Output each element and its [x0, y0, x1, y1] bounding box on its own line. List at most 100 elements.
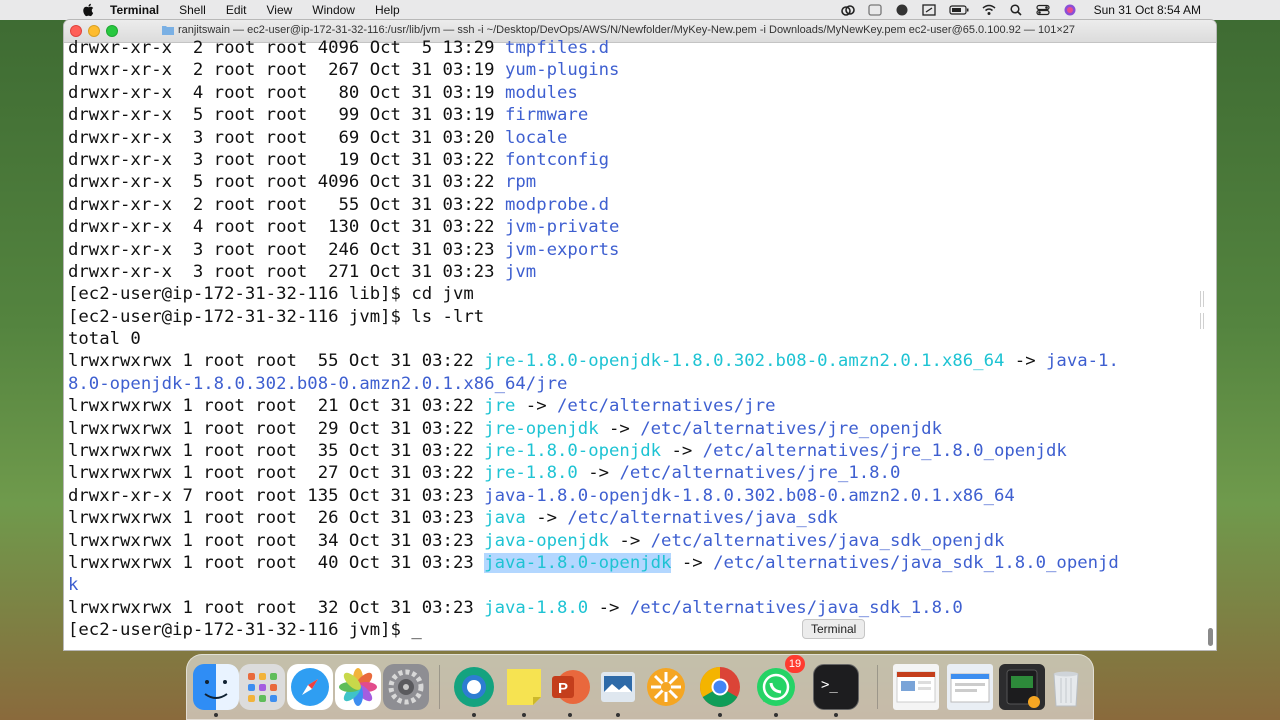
webex-icon[interactable]	[451, 664, 497, 710]
running-indicator	[774, 713, 778, 717]
menu-help[interactable]: Help	[375, 3, 400, 17]
svg-text:>_: >_	[821, 677, 838, 693]
filename-text: locale	[504, 127, 568, 148]
filename-text: jvm	[504, 261, 537, 282]
menubar-clock[interactable]: Sun 31 Oct 8:54 AM	[1094, 3, 1201, 17]
control-center-icon[interactable]	[1035, 4, 1050, 16]
terminal-text: lrwxrwxrwx 1 root root 21 Oct 31 03:22	[68, 396, 485, 417]
terminal-text: ->	[588, 597, 630, 618]
terminal-line: drwxr-xr-x 3 root root 246 Oct 31 03:23 …	[68, 239, 1208, 261]
terminal-text: drwxr-xr-x 7 root root 135 Oct 31 03:23	[68, 485, 485, 506]
terminal-line: drwxr-xr-x 7 root root 135 Oct 31 03:23 …	[68, 485, 1208, 507]
terminal-text: [ec2-user@ip-172-31-32-116 jvm]$ _	[68, 620, 422, 641]
battery-icon[interactable]	[948, 4, 969, 16]
filename-text: java-1.8.0-openjdk-1.8.0.302.b08-0.amzn2…	[484, 485, 1015, 506]
creative-cloud-icon[interactable]	[840, 4, 855, 16]
photos-icon[interactable]	[335, 664, 381, 710]
folder-icon	[162, 26, 174, 35]
terminal-text: drwxr-xr-x 2 root root 55 Oct 31 03:22	[68, 194, 505, 215]
terminal-text: ->	[598, 418, 641, 439]
wifi-icon[interactable]	[982, 4, 996, 16]
trash-icon[interactable]	[1043, 664, 1089, 710]
filename-text: jre	[484, 396, 516, 417]
apple-menu-icon[interactable]	[82, 3, 96, 17]
filename-text: /etc/alternatives/jre_1.8.0_openjdk	[702, 441, 1067, 462]
dock: P 19 >_	[186, 654, 1094, 720]
activity-monitor-icon[interactable]	[999, 664, 1045, 710]
launchpad-icon[interactable]	[239, 664, 285, 710]
system-preferences-icon[interactable]	[383, 664, 429, 710]
squash-icon[interactable]	[643, 664, 689, 710]
terminal-text: ->	[1004, 351, 1047, 372]
terminal-text: ->	[671, 552, 714, 573]
chrome-icon[interactable]	[697, 664, 743, 710]
terminal-output[interactable]: drwxr-xr-x 2 root root 4096 Oct 5 13:29 …	[68, 37, 1208, 647]
terminal-text: lrwxrwxrwx 1 root root 40 Oct 31 03:23	[68, 552, 485, 573]
terminal-line: lrwxrwxrwx 1 root root 29 Oct 31 03:22 j…	[68, 418, 1208, 440]
filename-text: java	[484, 508, 526, 529]
terminal-line: drwxr-xr-x 2 root root 4096 Oct 5 13:29 …	[68, 37, 1208, 59]
dock-separator	[439, 665, 440, 709]
terminal-text: lrwxrwxrwx 1 root root 35 Oct 31 03:22	[68, 441, 485, 462]
selected-text: java-1.8.0-openjdk	[484, 552, 672, 573]
terminal-line: [ec2-user@ip-172-31-32-116 lib]$ cd jvm	[68, 283, 1208, 305]
menu-edit[interactable]: Edit	[226, 3, 247, 17]
filename-text: java-1.8.0	[484, 597, 589, 618]
terminal-line: drwxr-xr-x 5 root root 99 Oct 31 03:19 f…	[68, 104, 1208, 126]
minimize-window-button[interactable]	[88, 25, 100, 37]
filename-text: /etc/alternatives/java_sdk_openjdk	[650, 530, 1005, 551]
terminal-line: drwxr-xr-x 3 root root 19 Oct 31 03:22 f…	[68, 149, 1208, 171]
recent-window-icon[interactable]	[947, 664, 993, 710]
terminal-line: drwxr-xr-x 2 root root 267 Oct 31 03:19 …	[68, 59, 1208, 81]
siri-icon[interactable]	[1063, 4, 1077, 16]
terminal-line: lrwxrwxrwx 1 root root 27 Oct 31 03:22 j…	[68, 462, 1208, 484]
safari-icon[interactable]	[287, 664, 333, 710]
terminal-text: drwxr-xr-x 5 root root 99 Oct 31 03:19	[68, 105, 505, 126]
terminal-line: drwxr-xr-x 3 root root 271 Oct 31 03:23 …	[68, 261, 1208, 283]
terminal-text: drwxr-xr-x 4 root root 80 Oct 31 03:19	[68, 82, 505, 103]
filename-text: rpm	[504, 172, 537, 193]
stickies-icon[interactable]	[501, 664, 547, 710]
running-indicator	[568, 713, 572, 717]
terminal-text: ->	[577, 463, 620, 484]
terminal-line: lrwxrwxrwx 1 root root 26 Oct 31 03:23 j…	[68, 507, 1208, 529]
terminal-text: drwxr-xr-x 5 root root 4096 Oct 31 03:22	[68, 172, 505, 193]
terminal-text: [ec2-user@ip-172-31-32-116 lib]$ cd jvm	[68, 284, 474, 305]
menu-view[interactable]: View	[267, 3, 293, 17]
running-indicator	[718, 713, 722, 717]
terminal-icon[interactable]: >_	[813, 664, 859, 710]
finder-icon[interactable]	[193, 664, 239, 710]
window-title: ranjitswain — ec2-user@ip-172-31-32-116:…	[178, 24, 1075, 36]
running-indicator	[214, 713, 218, 717]
control-icon[interactable]	[867, 4, 882, 16]
terminal-line: [ec2-user@ip-172-31-32-116 jvm]$ ls -lrt	[68, 306, 1208, 328]
terminal-window[interactable]: ranjitswain — ec2-user@ip-172-31-32-116:…	[64, 20, 1216, 650]
zoom-window-button[interactable]	[106, 25, 118, 37]
scrollbar-thumb[interactable]	[1208, 628, 1213, 646]
menu-window[interactable]: Window	[312, 3, 355, 17]
filename-text: /etc/alternatives/java_sdk_1.8.0	[629, 597, 963, 618]
terminal-text: ->	[525, 508, 568, 529]
terminal-line: k	[68, 574, 1208, 596]
spotlight-search-icon[interactable]	[1009, 4, 1023, 16]
powerpoint-icon[interactable]: P	[547, 664, 593, 710]
menu-shell[interactable]: Shell	[179, 3, 206, 17]
menu-terminal[interactable]: Terminal	[110, 3, 159, 17]
terminal-line: lrwxrwxrwx 1 root root 32 Oct 31 03:23 j…	[68, 597, 1208, 619]
window-title-wrap: ranjitswain — ec2-user@ip-172-31-32-116:…	[162, 24, 1075, 36]
filename-text: /etc/alternatives/jre_openjdk	[640, 418, 942, 439]
terminal-text: lrwxrwxrwx 1 root root 29 Oct 31 03:22	[68, 418, 485, 439]
display-icon[interactable]	[921, 4, 936, 16]
filename-text: jvm-private	[504, 217, 620, 238]
terminal-text: ->	[515, 396, 558, 417]
recent-document-icon[interactable]	[893, 664, 939, 710]
terminal-line: total 0	[68, 328, 1208, 350]
safari-pin-icon[interactable]	[895, 4, 909, 16]
close-window-button[interactable]	[70, 25, 82, 37]
filename-text: jvm-exports	[504, 239, 620, 260]
preview-icon[interactable]	[595, 664, 641, 710]
filename-text: /etc/alternatives/jre_1.8.0	[619, 463, 901, 484]
filename-text: java-openjdk	[484, 530, 610, 551]
terminal-text: drwxr-xr-x 2 root root 4096 Oct 5 13:29	[68, 38, 505, 58]
terminal-line: drwxr-xr-x 3 root root 69 Oct 31 03:20 l…	[68, 127, 1208, 149]
